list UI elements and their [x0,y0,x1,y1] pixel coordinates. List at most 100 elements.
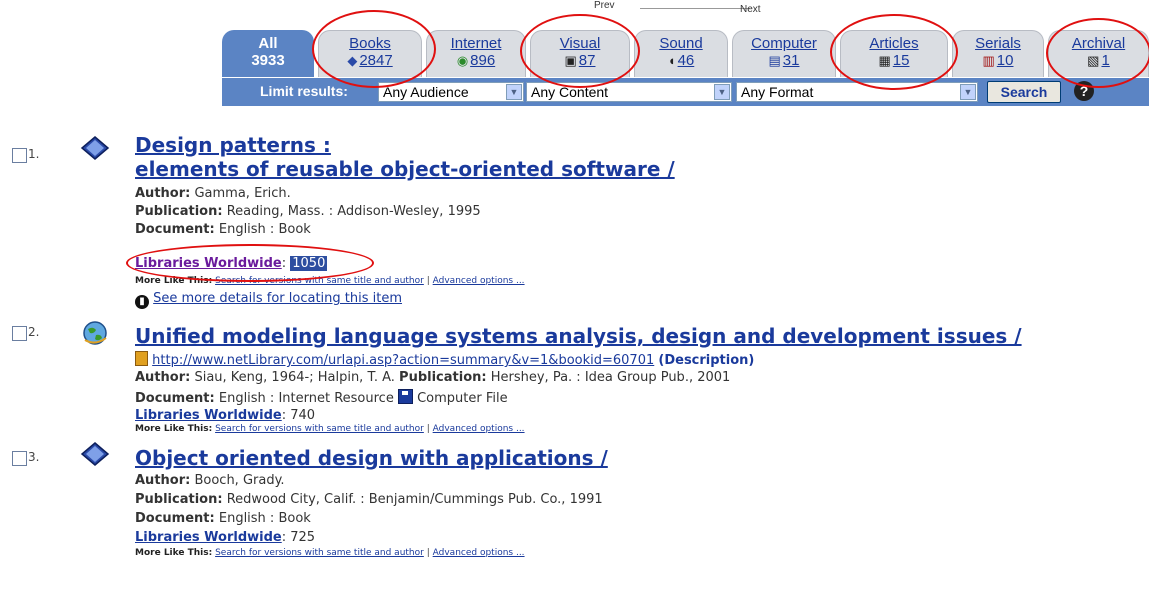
chevron-down-icon[interactable]: ▼ [960,84,976,100]
result-title-1b[interactable]: elements of reusable object-oriented sof… [135,158,675,181]
book-icon [80,442,110,466]
tab-serials[interactable]: Serials ▥ 10 [952,30,1044,77]
next-link[interactable]: Next [740,4,761,15]
publication-line: Publication: Redwood City, Calif. : Benj… [135,492,603,508]
search-button[interactable]: Search [987,81,1061,103]
content-select[interactable]: Any Content ▼ [526,82,732,102]
tab-computer-label[interactable]: Computer [751,35,817,52]
more-like-this-label: More Like This: [135,424,213,434]
libraries-worldwide-link[interactable]: Libraries Worldwide [135,256,282,271]
url-line: http://www.netLibrary.com/urlapi.asp?act… [135,351,754,369]
separator: | [426,424,430,434]
publication-value: Redwood City, Calif. : Benjamin/Cummings… [226,492,603,507]
author-value: Gamma, Erich. [194,186,291,201]
result-title-3[interactable]: Object oriented design with applications… [135,447,608,470]
tab-visual-count[interactable]: 87 [579,52,596,69]
tab-serials-count[interactable]: 10 [997,52,1014,69]
separator: | [426,276,430,286]
tab-all-count: 3933 [251,52,285,69]
libraries-worldwide-link[interactable]: Libraries Worldwide [135,530,282,545]
tab-articles[interactable]: Articles ▦ 15 [840,30,948,77]
author-publication-line: Author: Siau, Keng, 1964-; Halpin, T. A.… [135,370,730,386]
libraries-worldwide-count: 1050 [290,256,328,271]
result-checkbox-1[interactable] [12,148,27,163]
publication-label: Publication: [399,370,487,385]
chevron-down-icon[interactable]: ▼ [506,84,522,100]
advanced-options-link[interactable]: Advanced options ... [433,276,525,286]
tab-books-count[interactable]: 2847 [359,52,392,69]
more-like-this-label: More Like This: [135,276,213,286]
floppy-disk-icon [397,389,413,404]
more-like-this-line: More Like This: Search for versions with… [135,276,525,286]
libraries-worldwide-link[interactable]: Libraries Worldwide [135,408,282,423]
book-icon: ◆ [347,53,358,68]
tab-computer-count[interactable]: 31 [783,52,800,69]
advanced-options-link[interactable]: Advanced options ... [433,548,525,558]
serials-icon: ▥ [982,53,995,68]
tab-archival-label[interactable]: Archival [1072,35,1125,52]
libraries-worldwide-line: Libraries Worldwide: 740 [135,408,316,423]
document-label: Document: [135,222,215,237]
result-number: 1. [28,147,40,161]
details-icon: ▮ [135,295,149,309]
tab-all[interactable]: All 3933 [222,30,314,77]
format-select[interactable]: Any Format ▼ [736,82,978,102]
document-value: English : Internet Resource [218,391,394,406]
document-label: Document: [135,391,215,406]
author-label: Author: [135,186,191,201]
libraries-worldwide-line: Libraries Worldwide: 725 [135,530,316,545]
tab-archival-count[interactable]: 1 [1101,52,1109,69]
tab-visual[interactable]: Visual ▣ 87 [530,30,630,77]
search-versions-link[interactable]: Search for versions with same title and … [215,548,424,558]
author-line: Author: Booch, Grady. [135,473,285,489]
book-icon [80,136,110,160]
speaker-icon: ◖ [667,53,676,68]
document-icon [135,351,148,366]
search-versions-link[interactable]: Search for versions with same title and … [215,276,424,286]
tab-all-label: All [258,35,278,52]
tab-internet-label[interactable]: Internet [451,35,502,52]
result-checkbox-3[interactable] [12,451,27,466]
tab-sound-count[interactable]: 46 [678,52,695,69]
tab-internet[interactable]: Internet ◉ 896 [426,30,526,77]
description-link[interactable]: (Description) [658,353,754,368]
tab-articles-label[interactable]: Articles [869,35,918,52]
tab-books-label[interactable]: Books [349,35,391,52]
floppy-disk-icon: ▤ [768,53,781,68]
document-label: Document: [135,511,215,526]
chevron-down-icon[interactable]: ▼ [714,84,730,100]
help-icon[interactable]: ? [1074,81,1094,101]
camera-icon: ▣ [564,53,577,68]
result-number: 3. [28,450,40,464]
document-line: Document: English : Internet Resource Co… [135,389,508,407]
more-like-this-line: More Like This: Search for versions with… [135,424,525,434]
more-like-this-line: More Like This: Search for versions with… [135,548,525,558]
result-title-2[interactable]: Unified modeling language systems analys… [135,325,1022,348]
search-versions-link[interactable]: Search for versions with same title and … [215,424,424,434]
publication-value: Reading, Mass. : Addison-Wesley, 1995 [226,204,481,219]
result-checkbox-2[interactable] [12,326,27,341]
libraries-worldwide-count: 725 [290,530,316,545]
limit-results-label: Limit results: [260,83,348,99]
tab-books[interactable]: Books ◆ 2847 [318,30,422,77]
author-value: Siau, Keng, 1964-; Halpin, T. A. [194,370,395,385]
prev-link[interactable]: Prev [594,0,615,11]
tab-serials-label[interactable]: Serials [975,35,1021,52]
tab-sound-label[interactable]: Sound [659,35,702,52]
tab-visual-label[interactable]: Visual [560,35,601,52]
see-more-details-link[interactable]: See more details for locating this item [153,291,402,306]
tab-computer[interactable]: Computer ▤ 31 [732,30,836,77]
author-value: Booch, Grady. [194,473,285,488]
tab-sound[interactable]: Sound ◖ 46 [634,30,728,77]
publication-label: Publication: [135,492,223,507]
result-title-1a[interactable]: Design patterns : [135,134,331,157]
result-number: 2. [28,325,40,339]
tab-archival[interactable]: Archival ▧ 1 [1048,30,1149,77]
format-select-value: Any Format [741,84,814,100]
audience-select[interactable]: Any Audience ▼ [378,82,524,102]
advanced-options-link[interactable]: Advanced options ... [433,424,525,434]
tab-internet-count[interactable]: 896 [470,52,495,69]
resource-url-link[interactable]: http://www.netLibrary.com/urlapi.asp?act… [152,353,654,368]
publication-line: Publication: Reading, Mass. : Addison-We… [135,204,481,220]
tab-articles-count[interactable]: 15 [893,52,910,69]
